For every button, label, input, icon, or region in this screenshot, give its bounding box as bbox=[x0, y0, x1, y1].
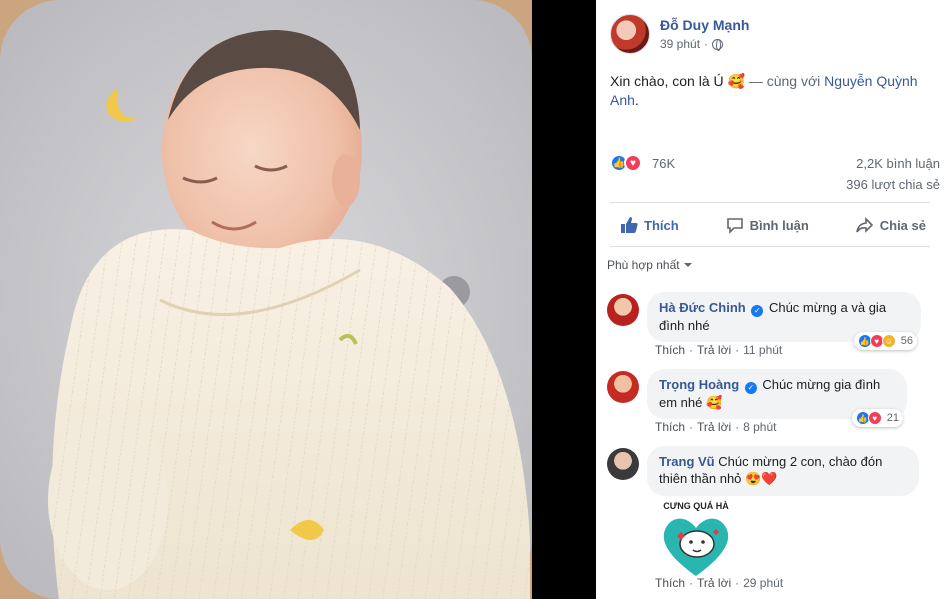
comment-bubble: Trang Vũ Chúc mừng 2 con, chào đón thiên… bbox=[647, 446, 919, 496]
comment-reactions[interactable]: 👍 ♥ ☺ 56 bbox=[853, 332, 917, 350]
author-avatar[interactable] bbox=[610, 14, 650, 54]
commenter-avatar[interactable] bbox=[607, 448, 639, 480]
post-photo[interactable] bbox=[0, 0, 532, 599]
comment-reactions[interactable]: 👍 ♥ 21 bbox=[851, 409, 903, 427]
comment-time[interactable]: 11 phút bbox=[743, 343, 782, 357]
dot-separator: · bbox=[689, 420, 694, 434]
shares-count[interactable]: 396 lượt chia sẻ bbox=[846, 177, 940, 192]
comment-actions: Thích · Trả lời · 29 phút bbox=[655, 576, 783, 590]
post-stats: 👍 ♥ 76K 2,2K bình luận 396 lượt chia sẻ bbox=[610, 152, 940, 194]
post-time[interactable]: 39 phút bbox=[660, 37, 700, 51]
share-icon bbox=[855, 217, 873, 233]
like-label: Thích bbox=[644, 217, 679, 233]
comment-reply-link[interactable]: Trả lời bbox=[697, 343, 731, 357]
comment-sort-dropdown[interactable]: Phù hợp nhất bbox=[607, 258, 692, 272]
share-button[interactable]: Chia sẻ bbox=[846, 212, 936, 238]
baby-photo-illustration bbox=[0, 0, 532, 599]
like-icon bbox=[621, 217, 638, 233]
globe-icon bbox=[712, 38, 724, 51]
love-icon: ♥ bbox=[867, 411, 882, 425]
commenter-name[interactable]: Trang Vũ bbox=[659, 454, 715, 469]
comment-reply-link[interactable]: Trả lời bbox=[697, 420, 731, 434]
sticker-image[interactable]: CƯNG QUÁ HÀ bbox=[655, 500, 737, 582]
divider bbox=[610, 246, 930, 247]
sticker-illustration: CƯNG QUÁ HÀ bbox=[663, 501, 729, 576]
reaction-icons[interactable]: 👍 ♥ bbox=[610, 154, 642, 172]
love-icon: ♥ bbox=[624, 154, 642, 172]
comments-count[interactable]: 2,2K bình luận bbox=[856, 156, 940, 171]
post-header: Đỗ Duy Mạnh 39 phút · bbox=[610, 12, 749, 56]
comment-actions: Thích · Trả lời · 11 phút bbox=[655, 343, 782, 357]
dot-separator: · bbox=[735, 576, 740, 590]
post-caption: Xin chào, con là Ú 🥰 — cùng với Nguyễn Q… bbox=[610, 72, 930, 110]
divider bbox=[610, 202, 930, 203]
comment-icon bbox=[726, 218, 743, 234]
like-button[interactable]: Thích bbox=[610, 212, 689, 238]
comment-like-link[interactable]: Thích bbox=[655, 420, 685, 434]
commenter-avatar[interactable] bbox=[607, 294, 639, 326]
comment-like-link[interactable]: Thích bbox=[655, 576, 685, 590]
comment-time[interactable]: 8 phút bbox=[743, 420, 776, 434]
commenter-name[interactable]: Hà Đức Chinh bbox=[659, 300, 746, 315]
commenter-avatar[interactable] bbox=[607, 371, 639, 403]
sticker-text: CƯNG QUÁ HÀ bbox=[663, 501, 729, 511]
post-actions: Thích Bình luận Chia sẻ bbox=[610, 208, 936, 242]
care-icon: ☺ bbox=[881, 334, 896, 348]
comment-reaction-count: 56 bbox=[900, 335, 913, 347]
comment-reaction-count: 21 bbox=[886, 412, 899, 424]
verified-icon: ✓ bbox=[744, 382, 757, 394]
dot-separator: · bbox=[735, 343, 740, 357]
caption-text: Xin chào, con là Ú 🥰 bbox=[610, 73, 745, 89]
comment-button[interactable]: Bình luận bbox=[716, 212, 819, 238]
sort-label: Phù hợp nhất bbox=[607, 258, 680, 272]
author-name[interactable]: Đỗ Duy Mạnh bbox=[660, 17, 749, 33]
commenter-name[interactable]: Trọng Hoàng bbox=[659, 377, 739, 392]
dot-separator: · bbox=[704, 37, 709, 51]
dot-separator: · bbox=[735, 420, 740, 434]
comment-label: Bình luận bbox=[749, 217, 809, 233]
verified-icon: ✓ bbox=[751, 305, 764, 317]
reactions-count[interactable]: 76K bbox=[652, 156, 675, 171]
comment-reply-link[interactable]: Trả lời bbox=[697, 576, 731, 590]
comment-item: Trang Vũ Chúc mừng 2 con, chào đón thiên… bbox=[607, 446, 933, 596]
post-sidebar: Đỗ Duy Mạnh 39 phút · Xin chào, con là Ú… bbox=[596, 0, 944, 599]
dot-separator: · bbox=[689, 343, 694, 357]
comment-time[interactable]: 29 phút bbox=[743, 576, 783, 590]
comment-like-link[interactable]: Thích bbox=[655, 343, 685, 357]
caption-with: — cùng với bbox=[744, 73, 825, 89]
comment-actions: Thích · Trả lời · 8 phút bbox=[655, 420, 776, 434]
caret-down-icon bbox=[683, 263, 692, 267]
share-label: Chia sẻ bbox=[879, 217, 926, 233]
dot-separator: · bbox=[689, 576, 694, 590]
caption-end: . bbox=[634, 92, 639, 108]
